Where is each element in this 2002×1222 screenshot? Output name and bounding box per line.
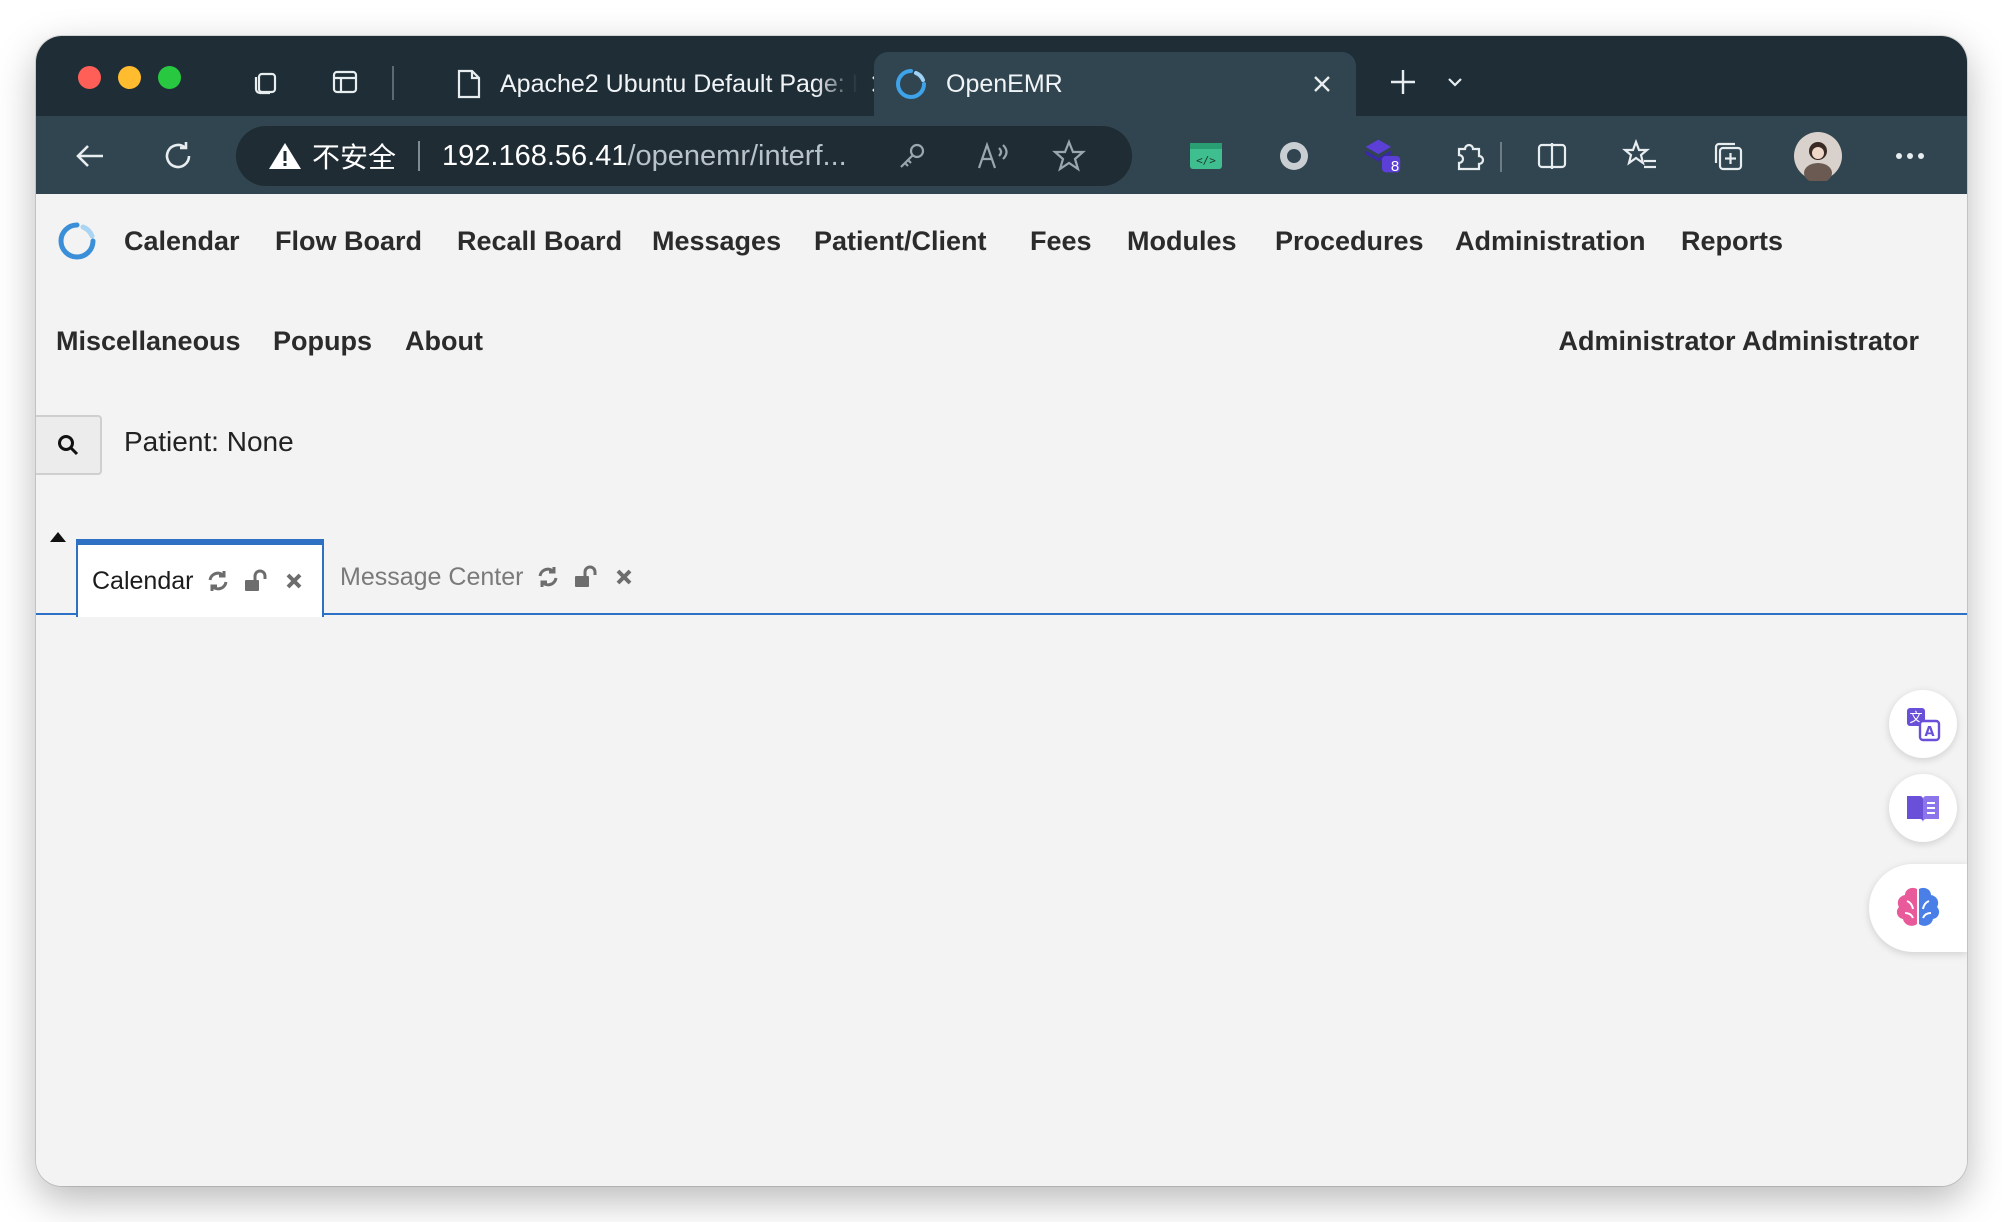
unlock-icon[interactable] [573,564,599,590]
menu-calendar[interactable]: Calendar [124,226,240,257]
read-aloud-icon[interactable] [976,140,1010,172]
profile-avatar[interactable] [1792,130,1844,182]
menu-modules[interactable]: Modules [1127,226,1237,257]
menu-miscellaneous[interactable]: Miscellaneous [56,326,241,357]
menu-popups[interactable]: Popups [273,326,372,357]
openemr-logo-icon[interactable] [56,220,98,262]
url-path: /openemr/interf... [627,139,847,172]
warning-icon [268,141,302,171]
main-menu-row-1: Calendar Flow Board Recall Board Message… [36,216,1967,266]
unlock-icon[interactable] [243,568,269,594]
user-menu[interactable]: Administrator Administrator [1558,326,1919,357]
browser-tab-strip: Apache2 Ubuntu Default Page: It works Op… [36,36,1967,116]
browser-tab-apache[interactable]: Apache2 Ubuntu Default Page: It works [416,52,904,116]
split-screen-icon[interactable] [1532,136,1572,176]
patient-search-button[interactable] [36,415,102,475]
menu-reports[interactable]: Reports [1681,226,1783,257]
menu-recall-board[interactable]: Recall Board [457,226,622,257]
more-menu-icon[interactable] [1890,136,1930,176]
url-host: 192.168.56.41 [442,139,628,172]
svg-text:</>: </> [1196,154,1216,167]
vertical-tabs-icon[interactable] [328,65,362,99]
address-bar[interactable]: 不安全 192.168.56.41/openemr/interf... [236,126,1132,186]
back-arrow-icon[interactable] [70,136,110,176]
toolbar-divider [1500,142,1502,172]
extension-badge: 8 [1390,158,1400,175]
dev-tools-extension-icon[interactable]: </> [1186,136,1226,176]
menu-administration[interactable]: Administration [1455,226,1646,257]
menu-fees[interactable]: Fees [1030,226,1092,257]
stack-extension-icon[interactable]: 8 [1362,136,1402,176]
browser-tab-openemr[interactable]: OpenEMR [874,52,1356,116]
translate-widget-button[interactable]: 文 A [1889,690,1957,758]
tab-calendar[interactable]: Calendar [76,539,324,617]
menu-procedures[interactable]: Procedures [1275,226,1424,257]
brain-icon [1896,887,1940,926]
patient-status: Patient: None [124,426,294,457]
refresh-icon[interactable] [205,568,231,594]
favorite-star-icon[interactable] [1052,139,1086,173]
key-icon[interactable] [896,140,928,172]
window-minimize-button[interactable] [118,66,141,89]
openemr-favicon [894,67,928,101]
browser-window: Apache2 Ubuntu Default Page: It works Op… [36,36,1967,1186]
tab-label: Calendar [92,566,194,595]
tabs-underline [36,613,1967,615]
menu-patient-client[interactable]: Patient/Client [814,226,987,257]
browser-toolbar: 不安全 192.168.56.41/openemr/interf... </> … [36,116,1967,194]
window-zoom-button[interactable] [158,66,181,89]
tab-strip-divider [392,66,394,100]
main-menu-row-2: Miscellaneous Popups About Administrator… [36,316,1967,366]
tab-message-center[interactable]: Message Center [340,539,637,615]
browser-tab-title: OpenEMR [946,69,1063,98]
search-icon [58,435,79,456]
menu-flow-board[interactable]: Flow Board [275,226,422,257]
refresh-icon[interactable] [535,564,561,590]
book-icon [1907,796,1939,822]
reading-mode-widget-button[interactable] [1889,774,1957,842]
window-close-button[interactable] [78,66,101,89]
page-icon [456,68,482,100]
menu-about[interactable]: About [405,326,483,357]
tab-collections-icon[interactable] [248,65,282,99]
close-tab-icon[interactable] [1306,68,1338,100]
extensions-puzzle-icon[interactable] [1450,136,1490,176]
chevron-down-icon[interactable] [1438,65,1472,99]
browser-tab-title: Apache2 Ubuntu Default Page: It works [500,69,858,98]
refresh-icon[interactable] [158,136,198,176]
new-tab-icon[interactable] [1386,65,1420,99]
openemr-page: Calendar Flow Board Recall Board Message… [36,194,1967,1186]
close-icon[interactable] [611,564,637,590]
record-extension-icon[interactable] [1274,136,1314,176]
ai-assistant-widget-button[interactable] [1869,864,1967,952]
menu-messages[interactable]: Messages [652,226,781,257]
address-divider [418,141,421,171]
favorites-icon[interactable] [1620,136,1660,176]
close-icon[interactable] [281,568,307,594]
caret-up-icon[interactable] [50,532,66,542]
translate-icon: 文 A [1907,708,1941,742]
svg-text:A: A [1924,725,1934,740]
tab-label: Message Center [340,562,524,591]
security-label[interactable]: 不安全 [312,136,396,176]
collections-icon[interactable] [1708,136,1748,176]
